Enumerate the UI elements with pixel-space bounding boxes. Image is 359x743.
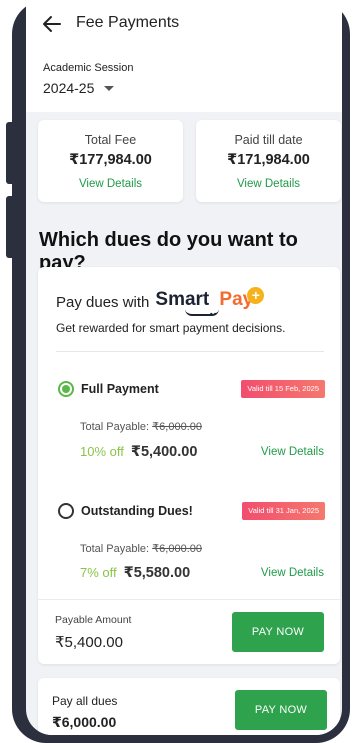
paid-till-date-amount: ₹171,984.00	[227, 152, 310, 168]
total-payable-line: Total Payable: ₹6,000.00	[80, 420, 202, 433]
plus-icon: +	[247, 287, 265, 304]
smart-pay-heading: Pay dues with Smart .. Pay +	[56, 287, 271, 318]
smart-pay-prefix: Pay dues with	[56, 293, 150, 311]
option-label: Full Payment	[81, 382, 159, 396]
payable-amount-value: ₹5,400.00	[55, 634, 123, 651]
radio-selected-icon[interactable]	[58, 381, 74, 397]
arrow-left-icon[interactable]	[40, 12, 64, 36]
full-payment-option[interactable]: Full Payment	[58, 381, 159, 397]
discount-label: 10% off	[80, 444, 124, 459]
session-label: Academic Session	[43, 62, 134, 74]
total-payable-original: ₹6,000.00	[152, 421, 202, 433]
discount-label: 7% off	[80, 565, 117, 580]
smart-pay-logo-smart: Smart	[155, 289, 210, 310]
pay-all-dues-amount: ₹6,000.00	[52, 714, 117, 730]
validity-badge: Valid till 15 Feb, 2025	[241, 380, 325, 398]
total-payable-label: Total Payable:	[80, 421, 150, 433]
app-header: Fee Payments Academic Session 2024-25	[26, 0, 342, 112]
pay-all-dues-card: Pay all dues ₹6,000.00 PAY NOW	[38, 678, 340, 735]
total-payable-line: Total Payable: ₹6,000.00	[80, 542, 202, 555]
phone-side-button	[6, 122, 16, 184]
paid-till-date-label: Paid till date	[234, 133, 303, 147]
payable-amount-section: Payable Amount ₹5,400.00 PAY NOW	[38, 599, 340, 664]
total-payable-original: ₹6,000.00	[152, 543, 202, 555]
smart-pay-tagline: Get rewarded for smart payment decisions…	[56, 321, 286, 335]
outstanding-dues-view-details-link[interactable]: View Details	[261, 567, 324, 579]
validity-badge: Valid till 31 Jan, 2025	[242, 502, 325, 520]
chevron-down-icon[interactable]	[104, 86, 114, 91]
smart-pay-logo: Smart .. Pay +	[155, 287, 271, 318]
pay-all-now-button[interactable]: PAY NOW	[235, 690, 327, 730]
total-payable-label: Total Payable:	[80, 543, 150, 555]
pay-dues-card: Pay dues with Smart .. Pay + Get rewarde…	[38, 267, 340, 664]
discount-price-line: 10% off ₹5,400.00	[80, 444, 197, 460]
payable-amount-label: Payable Amount	[55, 614, 132, 626]
smile-swoosh-icon	[185, 309, 220, 316]
radio-unselected-icon[interactable]	[58, 503, 74, 519]
full-payment-view-details-link[interactable]: View Details	[261, 446, 324, 458]
phone-side-button	[6, 196, 16, 258]
total-fee-label: Total Fee	[84, 133, 137, 147]
session-dropdown-value[interactable]: 2024-25	[43, 80, 94, 96]
pay-now-button[interactable]: PAY NOW	[232, 612, 324, 652]
pay-all-dues-label: Pay all dues	[52, 694, 118, 708]
discount-price-line: 7% off ₹5,580.00	[80, 565, 190, 581]
outstanding-dues-option[interactable]: Outstanding Dues!	[58, 503, 193, 519]
divider	[56, 351, 324, 352]
total-fee-view-details-link[interactable]: View Details	[38, 178, 183, 190]
paid-view-details-link[interactable]: View Details	[196, 178, 341, 190]
total-fee-card: Total Fee ₹177,984.00 View Details	[38, 120, 183, 202]
paid-till-date-card: Paid till date ₹171,984.00 View Details	[196, 120, 341, 202]
app-screen: Fee Payments Academic Session 2024-25 To…	[26, 0, 342, 735]
page-title: Fee Payments	[76, 14, 180, 31]
discounted-price: ₹5,580.00	[123, 565, 191, 581]
discounted-price: ₹5,400.00	[130, 444, 198, 460]
total-fee-amount: ₹177,984.00	[69, 152, 152, 168]
option-label: Outstanding Dues!	[81, 504, 193, 518]
